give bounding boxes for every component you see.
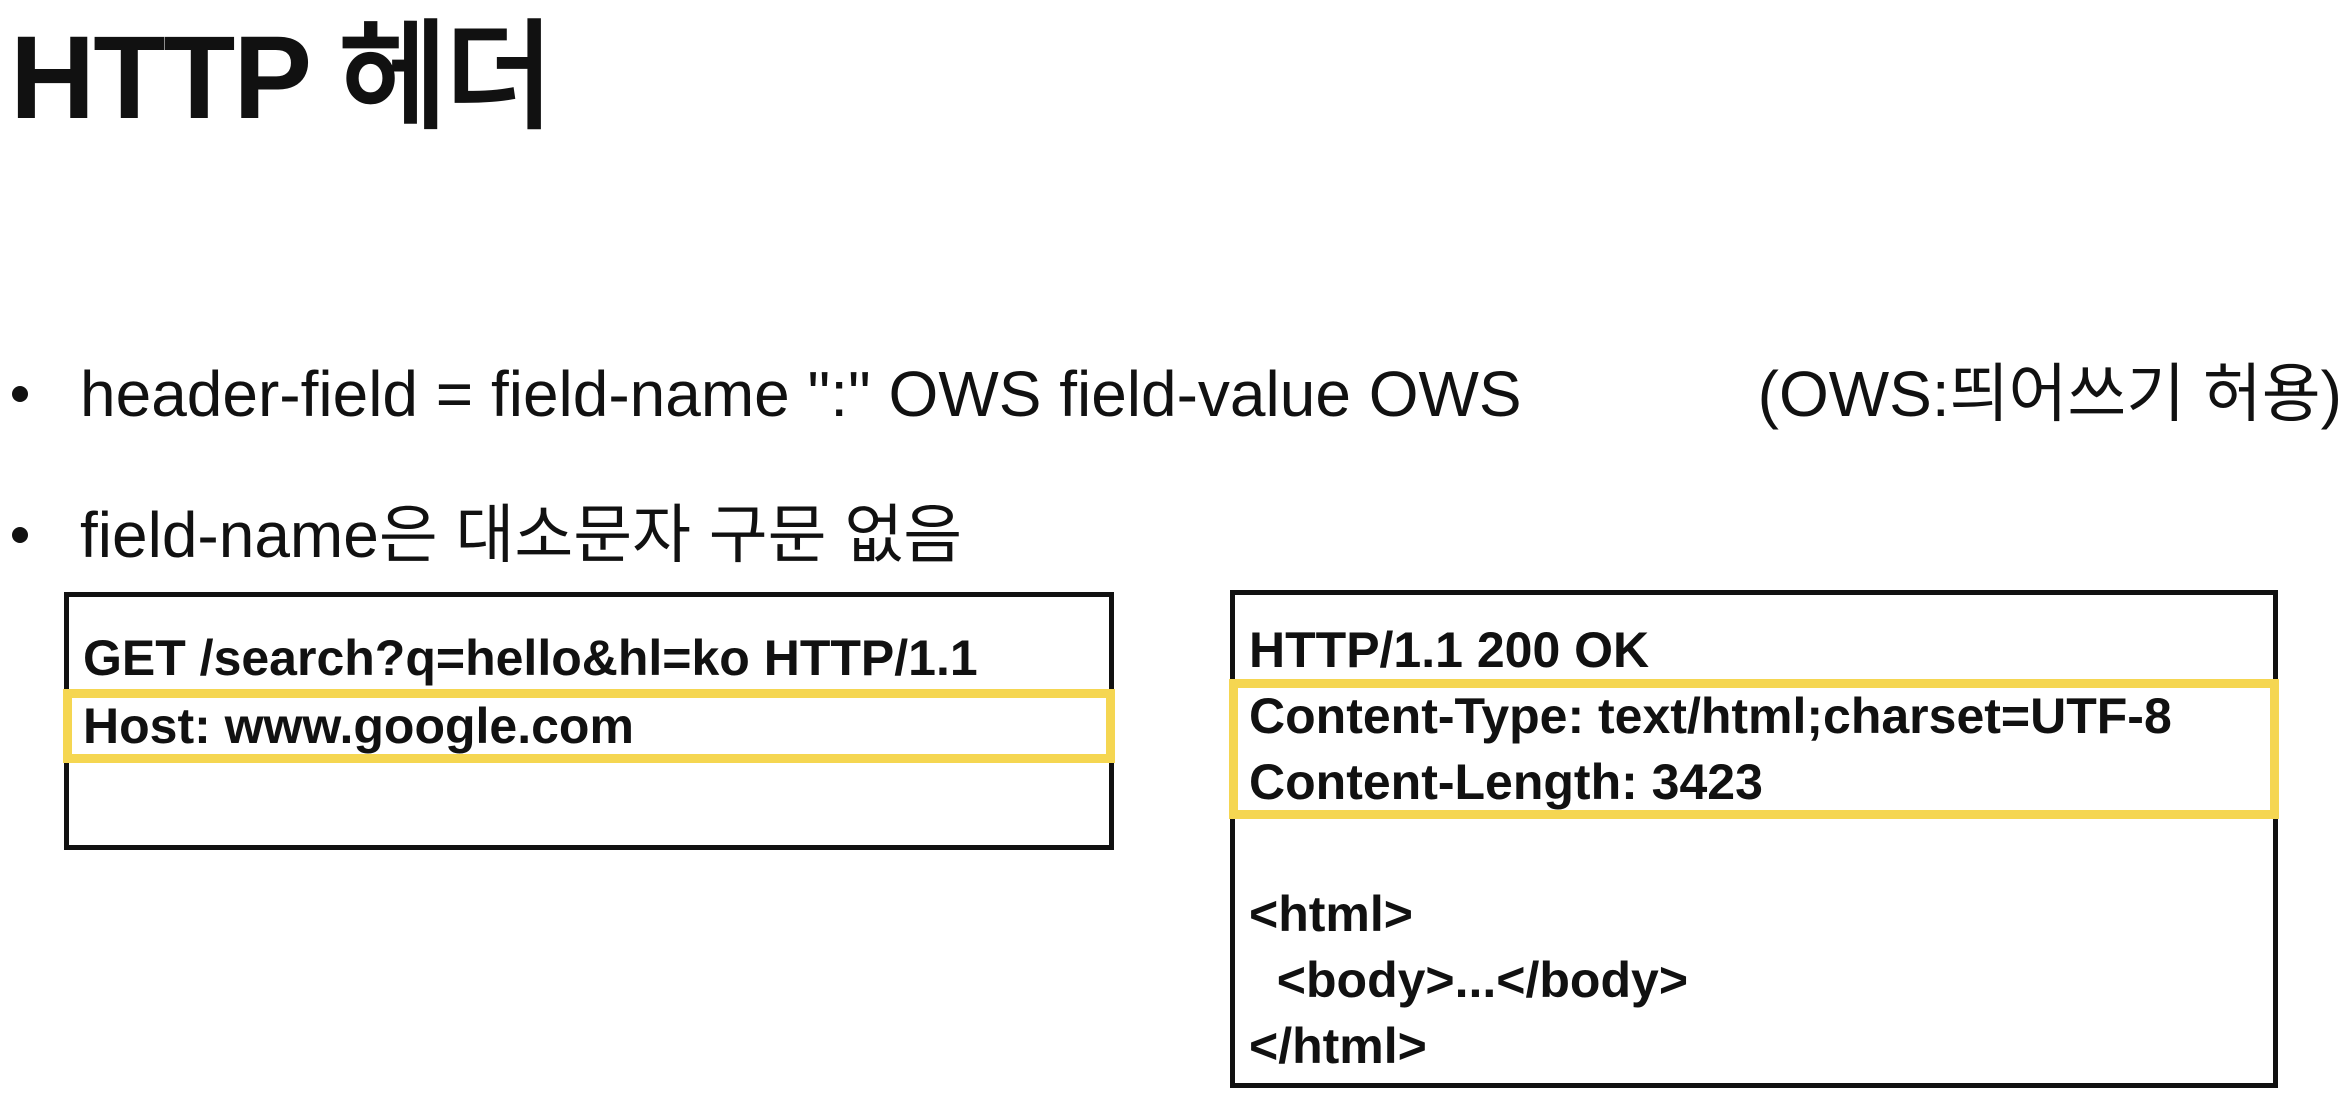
bullet-text: header-field = field-name ":" OWS field-…: [80, 358, 1522, 430]
status-line: HTTP/1.1 200 OK: [1249, 622, 1650, 678]
body-html-open: <html>: [1249, 886, 1413, 942]
http-request-box: GET /search?q=hello&hl=ko HTTP/1.1 Host:…: [63, 592, 1115, 850]
request-header-host: Host: www.google.com: [83, 698, 634, 754]
slide-title: HTTP 헤더: [10, 12, 554, 144]
bullet-item-header-field: header-field = field-name ":" OWS field-…: [12, 362, 2342, 426]
http-response-box: HTTP/1.1 200 OK Content-Type: text/html;…: [1229, 590, 2279, 1088]
body-body-tag: <body>...</body>: [1249, 952, 1689, 1008]
bullet-text: field-name은 대소문자 구문 없음: [80, 499, 963, 571]
bullet-note: (OWS:띄어쓰기 허용): [1757, 358, 2342, 430]
response-header-content-type: Content-Type: text/html;charset=UTF-8: [1249, 688, 2172, 744]
bullet-dot-icon: [12, 527, 28, 543]
body-html-close: </html>: [1249, 1018, 1427, 1074]
response-header-content-length: Content-Length: 3423: [1249, 754, 1763, 810]
bullet-item-field-name: field-name은 대소문자 구문 없음: [12, 503, 962, 567]
bullet-dot-icon: [12, 386, 28, 402]
request-line: GET /search?q=hello&hl=ko HTTP/1.1: [83, 630, 978, 686]
